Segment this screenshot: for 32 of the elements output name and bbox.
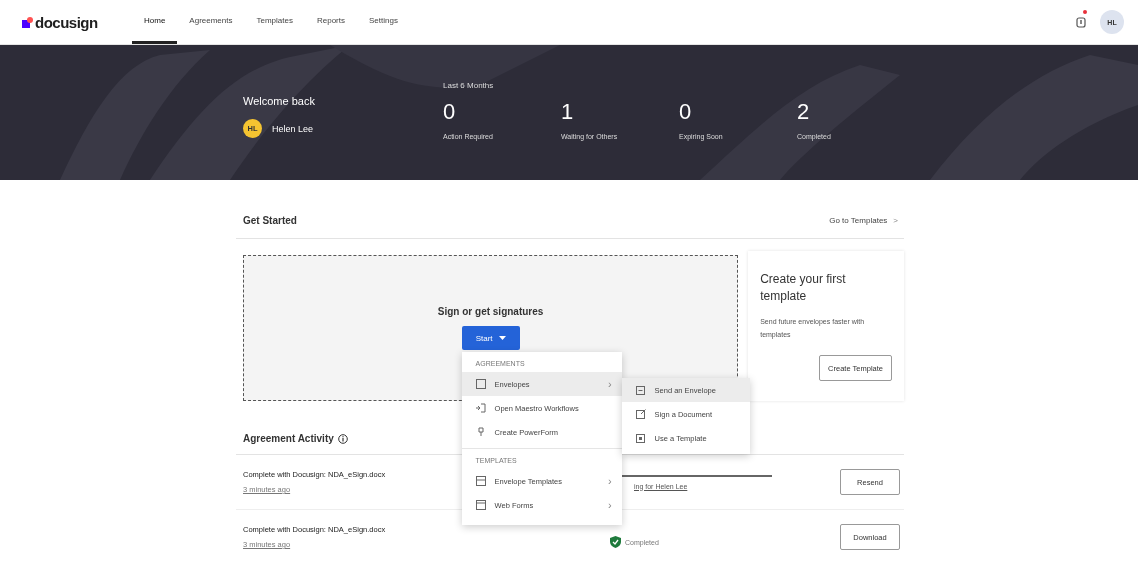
nav-tab[interactable]: Settings [356,0,410,44]
nav-tab[interactable]: Agreements [177,0,245,44]
stat-value[interactable]: 1 [561,99,679,125]
stat-value[interactable]: 0 [443,99,561,125]
nav-tab[interactable]: Templates [244,0,305,44]
stat-value[interactable]: 0 [679,99,797,125]
templates-link[interactable]: Go to Templates > [829,216,898,225]
logo-text[interactable]: docusign [35,13,98,31]
help-icon[interactable] [1076,16,1086,28]
welcome-text: Welcome back [243,95,316,107]
caret-icon [498,336,506,340]
workflow-icon [475,403,486,413]
document-icon [475,500,486,510]
document-icon [475,379,486,389]
document-icon [635,433,646,443]
period-label: Last 6 Months [443,81,495,90]
chevron-icon: › [607,378,612,390]
chevron-icon: › [607,475,612,487]
chevron-icon: › [607,499,612,511]
user-name: Helen Lee [272,123,314,134]
info-icon[interactable] [337,433,348,444]
start-button[interactable]: Start [461,326,520,350]
prompt-text: Sign or get signatures [437,306,544,317]
section-title: Agreement Activity [243,433,334,444]
nav-tab[interactable]: Reports [304,0,357,44]
section-title: Get Started [243,215,297,226]
check-shield-icon [610,536,621,548]
stat-value[interactable]: 2 [797,99,915,125]
document-icon [475,476,486,486]
card-title: Create your first template [760,271,847,305]
logo-icon [22,16,33,28]
document-icon [635,385,646,395]
